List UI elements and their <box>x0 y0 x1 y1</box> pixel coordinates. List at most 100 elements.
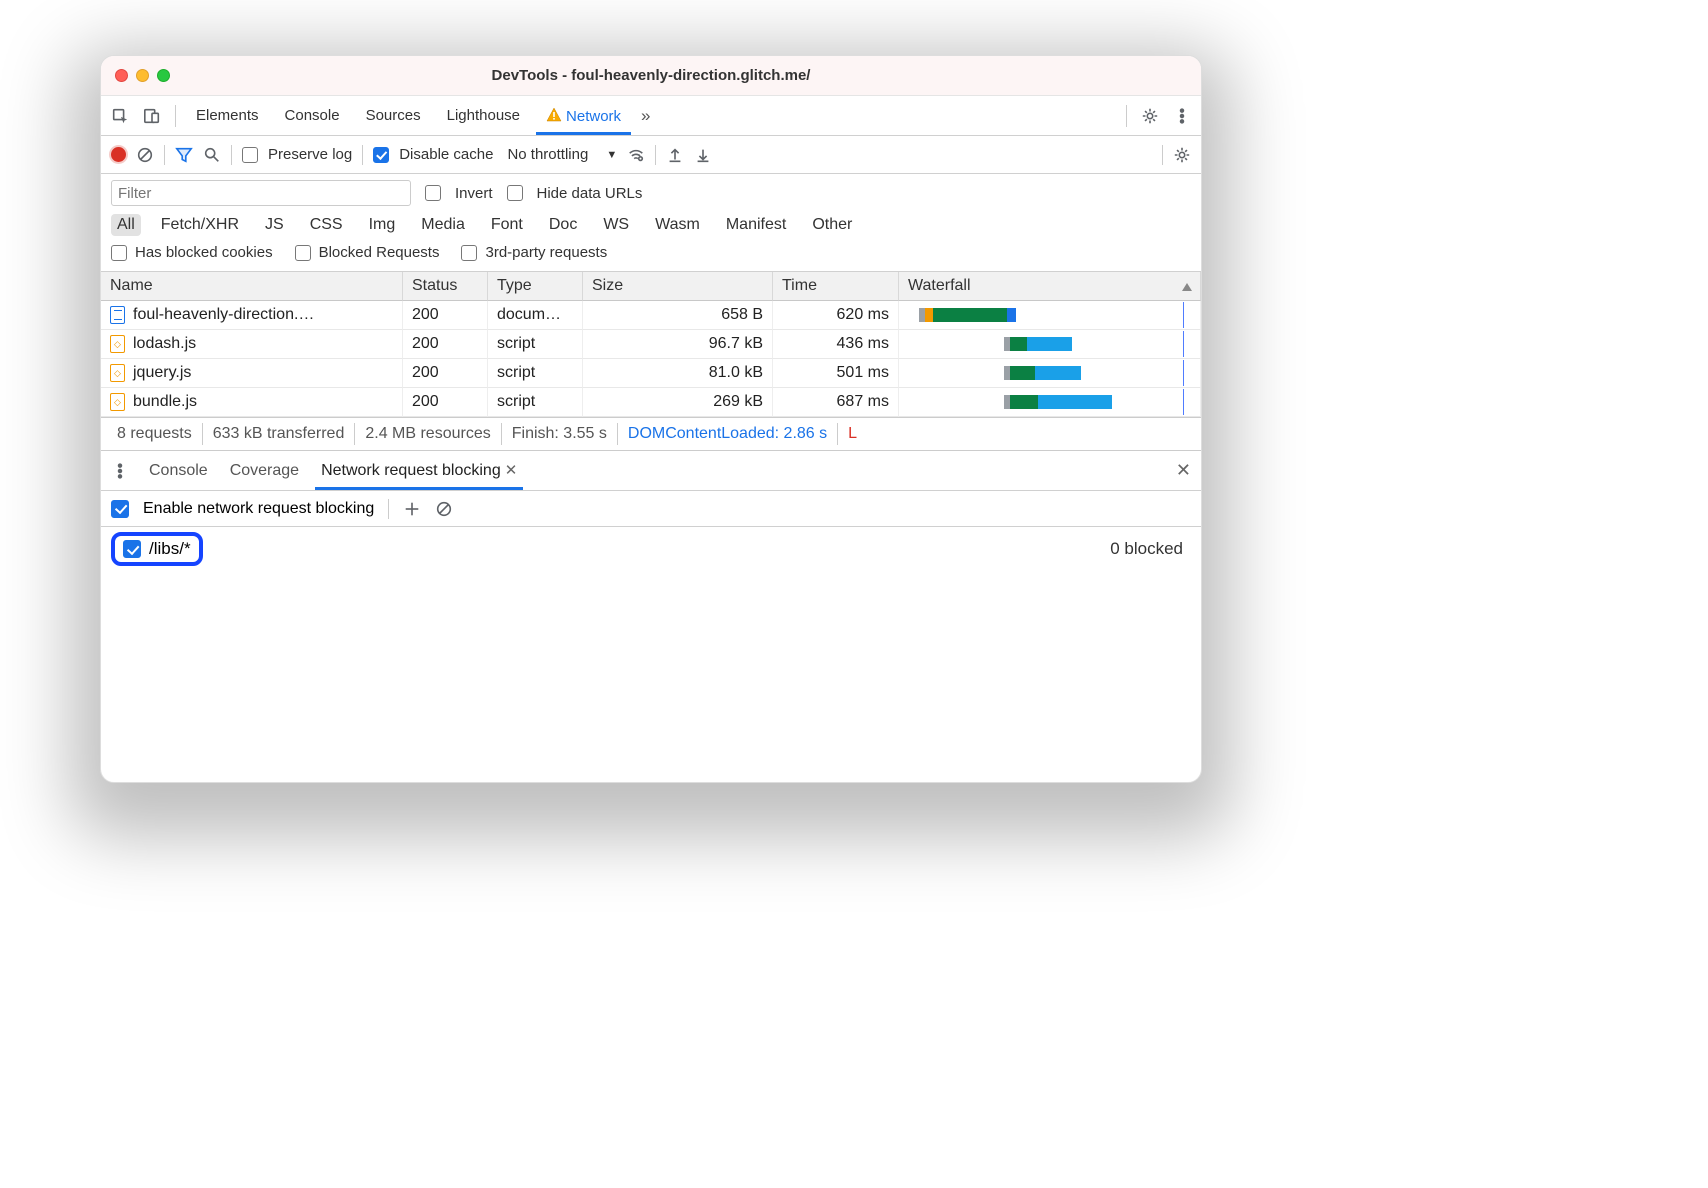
filter-type-img[interactable]: Img <box>363 214 402 236</box>
cell-status: 200 <box>403 388 488 417</box>
tab-sources[interactable]: Sources <box>360 107 427 124</box>
close-drawer-icon[interactable]: ✕ <box>1176 460 1191 481</box>
drawer-tabs: Console Coverage Network request blockin… <box>101 451 1201 491</box>
drawer-tab-console[interactable]: Console <box>147 462 210 480</box>
tab-lighthouse[interactable]: Lighthouse <box>441 107 526 124</box>
table-row-name[interactable]: foul-heavenly-direction.… <box>101 301 403 330</box>
minimize-window-button[interactable] <box>136 69 149 82</box>
table-row-name[interactable]: bundle.js <box>101 388 403 417</box>
tab-network[interactable]: Network <box>540 107 627 125</box>
filter-type-doc[interactable]: Doc <box>543 214 583 236</box>
filter-type-wasm[interactable]: Wasm <box>649 214 706 236</box>
sort-ascending-icon <box>1182 283 1192 291</box>
cell-size: 269 kB <box>583 388 773 417</box>
inspect-element-icon[interactable] <box>111 107 129 125</box>
pattern-blocked-count: 0 blocked <box>1110 539 1191 559</box>
maximize-window-button[interactable] <box>157 69 170 82</box>
drawer-tab-blocking[interactable]: Network request blocking✕ <box>319 461 519 480</box>
network-settings-gear-icon[interactable] <box>1173 146 1191 164</box>
device-toolbar-icon[interactable] <box>143 107 161 125</box>
col-waterfall[interactable]: Waterfall <box>899 272 1201 301</box>
tab-console[interactable]: Console <box>279 107 346 124</box>
invert-checkbox[interactable] <box>425 185 441 201</box>
cell-waterfall <box>899 330 1201 359</box>
filter-type-manifest[interactable]: Manifest <box>720 214 792 236</box>
col-time[interactable]: Time <box>773 272 899 301</box>
highlighted-pattern: /libs/* <box>111 532 203 566</box>
cell-type: script <box>488 330 583 359</box>
throttling-select[interactable]: No throttling▼ <box>507 146 617 163</box>
clear-icon[interactable] <box>136 146 154 164</box>
more-tabs-chevron-icon[interactable]: » <box>641 106 650 126</box>
table-row-name[interactable]: lodash.js <box>101 330 403 359</box>
cell-type: script <box>488 359 583 388</box>
network-conditions-icon[interactable] <box>627 146 645 164</box>
main-toolbar: Elements Console Sources Lighthouse Netw… <box>101 96 1201 136</box>
drawer-tab-coverage[interactable]: Coverage <box>228 462 301 480</box>
filter-type-js[interactable]: JS <box>259 214 290 236</box>
disable-cache-label: Disable cache <box>399 146 493 163</box>
filter-funnel-icon[interactable] <box>175 146 193 164</box>
drawer-kebab-icon[interactable] <box>111 462 129 480</box>
blocked-requests-checkbox[interactable] <box>295 245 311 261</box>
record-button[interactable] <box>111 147 126 162</box>
pattern-text[interactable]: /libs/* <box>149 539 191 559</box>
close-window-button[interactable] <box>115 69 128 82</box>
filter-type-font[interactable]: Font <box>485 214 529 236</box>
script-file-icon <box>110 364 125 382</box>
third-party-checkbox[interactable] <box>461 245 477 261</box>
throttling-value: No throttling <box>507 146 588 163</box>
document-file-icon <box>110 306 125 324</box>
cell-waterfall <box>899 388 1201 417</box>
script-file-icon <box>110 393 125 411</box>
devtools-window: DevTools - foul-heavenly-direction.glitc… <box>100 55 1202 783</box>
filter-type-ws[interactable]: WS <box>597 214 635 236</box>
tab-network-label: Network <box>566 108 621 125</box>
traffic-lights <box>115 69 170 82</box>
col-name[interactable]: Name <box>101 272 403 301</box>
hide-data-urls-label: Hide data URLs <box>537 185 643 202</box>
status-domcontentloaded: DOMContentLoaded: 2.86 s <box>618 423 838 445</box>
filter-type-css[interactable]: CSS <box>304 214 349 236</box>
export-har-icon[interactable] <box>694 146 712 164</box>
cell-type: docum… <box>488 301 583 330</box>
import-har-icon[interactable] <box>666 146 684 164</box>
filter-type-fetchxhr[interactable]: Fetch/XHR <box>155 214 245 236</box>
status-requests: 8 requests <box>107 423 203 445</box>
filter-type-all[interactable]: All <box>111 214 141 236</box>
pattern-enabled-checkbox[interactable] <box>123 540 141 558</box>
window-titlebar: DevTools - foul-heavenly-direction.glitc… <box>101 56 1201 96</box>
col-status[interactable]: Status <box>403 272 488 301</box>
close-tab-icon[interactable]: ✕ <box>505 462 518 479</box>
kebab-menu-icon[interactable] <box>1173 107 1191 125</box>
preserve-log-label: Preserve log <box>268 146 352 163</box>
col-type[interactable]: Type <box>488 272 583 301</box>
preserve-log-checkbox[interactable] <box>242 147 258 163</box>
remove-all-patterns-icon[interactable] <box>435 500 453 518</box>
has-blocked-cookies-checkbox[interactable] <box>111 245 127 261</box>
enable-blocking-checkbox[interactable] <box>111 500 129 518</box>
cell-size: 658 B <box>583 301 773 330</box>
disable-cache-checkbox[interactable] <box>373 147 389 163</box>
filter-types: All Fetch/XHR JS CSS Img Media Font Doc WS Wasm Ma… <box>111 214 1191 236</box>
table-row-name[interactable]: jquery.js <box>101 359 403 388</box>
settings-gear-icon[interactable] <box>1141 107 1159 125</box>
filter-type-media[interactable]: Media <box>415 214 471 236</box>
filter-input[interactable] <box>111 180 411 206</box>
status-transferred: 633 kB transferred <box>203 423 356 445</box>
cell-size: 81.0 kB <box>583 359 773 388</box>
add-pattern-icon[interactable] <box>403 500 421 518</box>
hide-data-urls-checkbox[interactable] <box>507 185 523 201</box>
search-icon[interactable] <box>203 146 221 164</box>
status-finish: Finish: 3.55 s <box>502 423 618 445</box>
blocking-pattern-row: /libs/* 0 blocked <box>101 527 1201 571</box>
waterfall-bar <box>908 337 1191 351</box>
network-toolbar: Preserve log Disable cache No throttling… <box>101 136 1201 174</box>
tab-elements[interactable]: Elements <box>190 107 265 124</box>
script-file-icon <box>110 335 125 353</box>
cell-waterfall <box>899 301 1201 330</box>
file-name: bundle.js <box>133 393 197 411</box>
filter-type-other[interactable]: Other <box>806 214 858 236</box>
invert-label: Invert <box>455 185 493 202</box>
col-size[interactable]: Size <box>583 272 773 301</box>
